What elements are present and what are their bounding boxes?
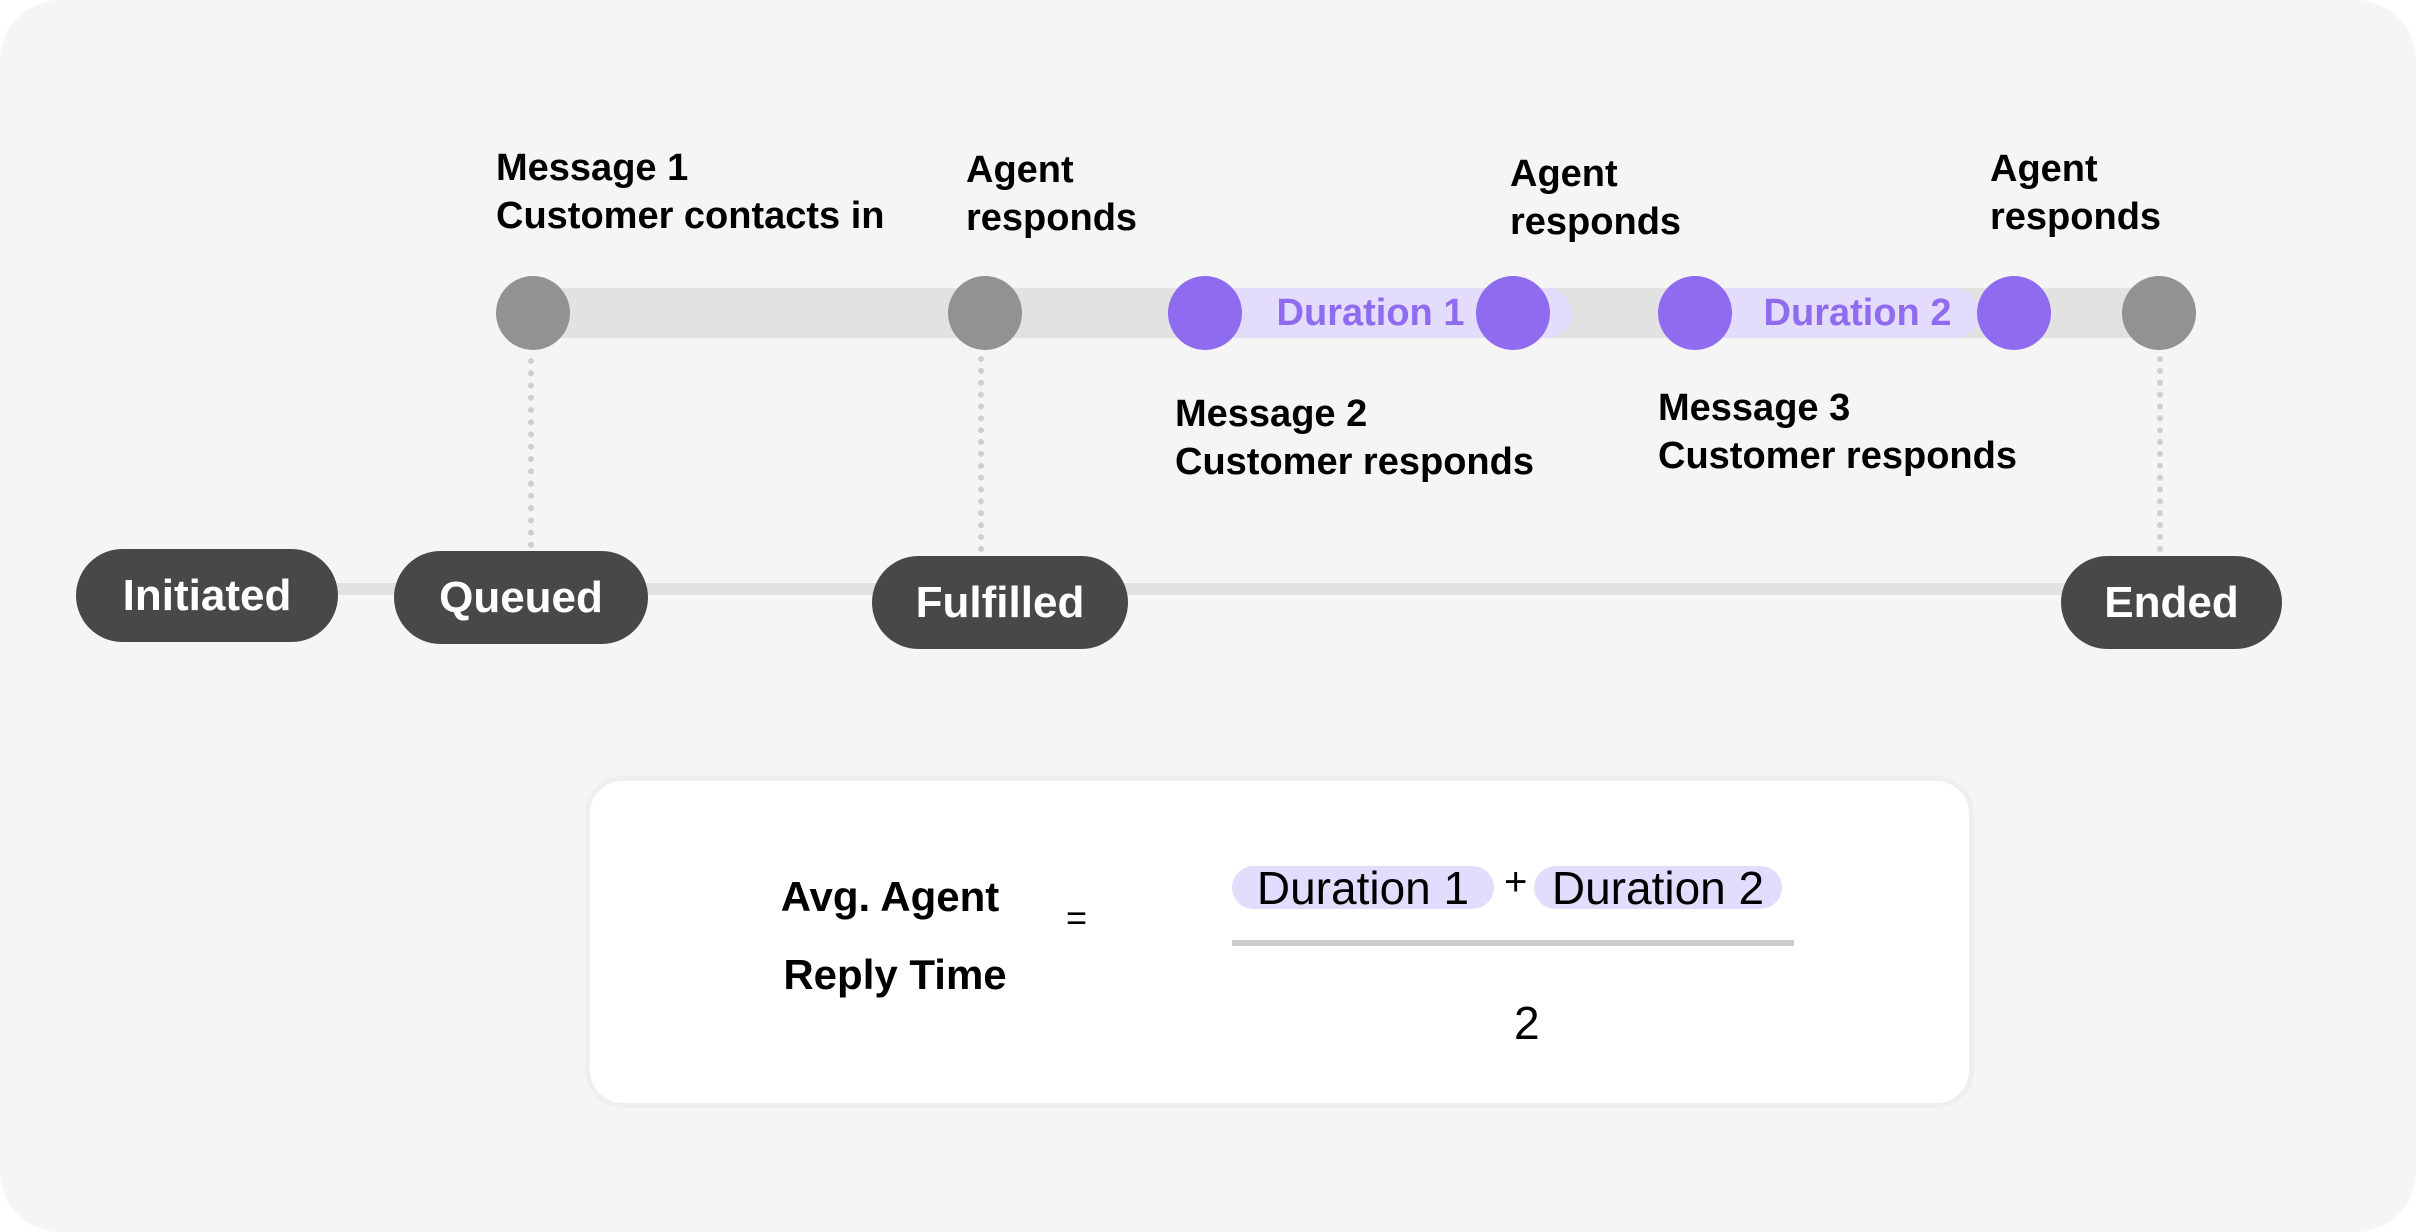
event-dot-end <box>2122 276 2196 350</box>
event-dot-agent-response-3 <box>1977 276 2051 350</box>
formula-lhs-line2: Reply Time <box>783 951 1007 998</box>
event-dot-agent-response-1 <box>948 276 1022 350</box>
label-message-3-title: Message 3 <box>1658 387 1851 429</box>
label-message-1-desc: Customer contacts in <box>496 195 885 237</box>
label-agent-responds-2: Agent responds <box>1510 150 1681 246</box>
status-ended-label: Ended <box>2104 577 2239 627</box>
label-message-3-desc: Customer responds <box>1658 435 2017 477</box>
status-queued: Queued <box>394 551 648 644</box>
label-message-1-title: Message 1 <box>496 147 689 189</box>
status-fulfilled-label: Fulfilled <box>915 577 1085 627</box>
label-agent-responds-2-line1: Agent <box>1510 153 1618 195</box>
event-dot-message-1 <box>496 276 570 350</box>
event-dot-message-2 <box>1168 276 1242 350</box>
formula-term-duration-1-label: Duration 1 <box>1256 861 1470 914</box>
formula-lhs-line1: Avg. Agent <box>780 873 1000 920</box>
event-dot-agent-response-2 <box>1476 276 1550 350</box>
formula-term-duration-1: Duration 1 <box>1232 862 1494 914</box>
connector-queued <box>528 358 540 548</box>
formula-term-duration-2-label: Duration 2 <box>1551 861 1765 914</box>
connector-fulfilled <box>978 356 990 552</box>
formula-denominator: 2 <box>1514 997 1540 1049</box>
fraction-bar <box>1232 940 1794 946</box>
label-agent-responds-3: Agent responds <box>1990 145 2161 241</box>
status-initiated-label: Initiated <box>122 570 292 620</box>
event-dot-message-3 <box>1658 276 1732 350</box>
label-agent-responds-3-line1: Agent <box>1990 148 2098 190</box>
status-queued-label: Queued <box>439 572 603 622</box>
formula-plus: + <box>1504 860 1528 904</box>
status-fulfilled: Fulfilled <box>872 556 1128 649</box>
label-agent-responds-1-line2: responds <box>966 197 1138 239</box>
duration-2-label: Duration 2 <box>1763 291 1952 334</box>
duration-1-label: Duration 1 <box>1276 291 1465 334</box>
label-message-2-title: Message 2 <box>1175 393 1368 435</box>
formula-term-duration-2: Duration 2 <box>1534 862 1782 914</box>
diagram-canvas: Duration 1 Duration 2 Message 1 Customer… <box>0 0 2416 1232</box>
label-agent-responds-1: Agent responds <box>966 146 1137 242</box>
label-message-2-desc: Customer responds <box>1175 441 1534 483</box>
label-message-1: Message 1 Customer contacts in <box>496 144 885 240</box>
label-agent-responds-2-line2: responds <box>1510 201 1682 243</box>
formula-lhs: Avg. Agent Reply Time <box>740 858 1040 1014</box>
label-agent-responds-3-line2: responds <box>1990 196 2162 238</box>
duration-2-highlight: Duration 2 <box>1695 288 1980 338</box>
label-message-2: Message 2 Customer responds <box>1175 390 1534 486</box>
label-message-3: Message 3 Customer responds <box>1658 384 2017 480</box>
formula-equals: = <box>1066 897 1088 938</box>
status-initiated: Initiated <box>76 549 338 642</box>
label-agent-responds-1-line1: Agent <box>966 149 1074 191</box>
connector-ended <box>2157 356 2169 552</box>
status-ended: Ended <box>2061 556 2282 649</box>
